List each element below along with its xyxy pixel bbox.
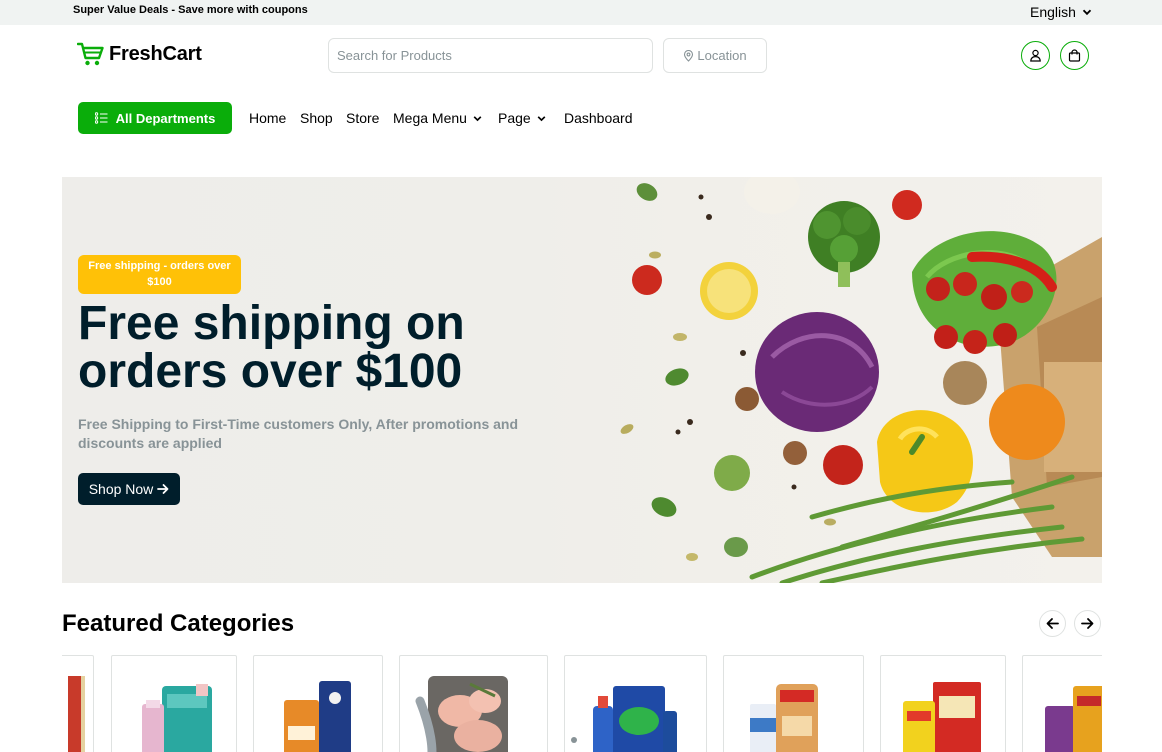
brand-name: FreshCart	[109, 42, 202, 65]
chevron-down-icon	[537, 115, 546, 121]
shop-now-label: Shop Now	[88, 481, 154, 497]
arrow-left-icon	[1046, 618, 1059, 629]
category-card[interactable]	[111, 655, 237, 752]
carousel-prev-button[interactable]	[1039, 610, 1066, 637]
nav-shop[interactable]: Shop	[300, 110, 333, 126]
hero-banner: Free shipping - orders over $100 Free sh…	[62, 177, 1102, 583]
nav-home[interactable]: Home	[249, 110, 286, 126]
nav-store[interactable]: Store	[346, 110, 379, 126]
arrow-right-icon	[157, 484, 169, 494]
meat-fish-icon	[415, 676, 508, 752]
hero-title: Free shipping on orders over $100	[78, 297, 465, 398]
shopping-bag-icon	[1068, 49, 1081, 62]
category-card[interactable]	[564, 655, 707, 752]
baby-care-icon	[142, 684, 212, 752]
all-departments-label: All Departments	[115, 110, 216, 126]
promo-text: Super Value Deals - Save more with coupo…	[73, 4, 308, 16]
location-button[interactable]: Location	[663, 38, 767, 73]
hero-badge: Free shipping - orders over $100	[78, 255, 241, 294]
chevron-down-icon	[473, 115, 482, 121]
brand-logo[interactable]: FreshCart	[77, 41, 202, 67]
search-input[interactable]	[328, 38, 653, 73]
nav-shop-label: Shop	[300, 110, 333, 126]
carousel-indicator	[571, 737, 577, 743]
language-label: English	[1030, 4, 1076, 20]
arrow-right-icon	[1081, 618, 1094, 629]
vegetables-image	[620, 177, 1102, 583]
list-icon	[94, 112, 108, 124]
location-label: Location	[697, 48, 747, 63]
hero-subtitle: Free Shipping to First-Time customers On…	[78, 416, 519, 451]
nav-dashboard[interactable]: Dashboard	[564, 110, 633, 126]
category-card[interactable]	[1022, 655, 1102, 752]
category-card[interactable]	[253, 655, 383, 752]
nav-mega-menu[interactable]: Mega Menu	[393, 110, 482, 126]
nav-page[interactable]: Page	[498, 110, 546, 126]
bakery-biscuits-icon	[284, 681, 351, 752]
cart-button[interactable]	[1060, 41, 1089, 70]
top-bar: Super Value Deals - Save more with coupo…	[0, 0, 1162, 25]
featured-categories-title: Featured Categories	[62, 610, 295, 637]
cleaning-essentials-icon	[593, 686, 677, 752]
map-pin-icon	[684, 49, 694, 62]
nav-home-label: Home	[249, 110, 287, 126]
category-carousel	[62, 655, 1102, 752]
nav-dashboard-label: Dashboard	[564, 110, 633, 126]
pet-care-icon	[1045, 686, 1102, 752]
shopping-cart-icon	[77, 42, 104, 66]
all-departments-button[interactable]: All Departments	[78, 102, 232, 134]
dairy-bread-icon	[750, 684, 818, 752]
language-selector[interactable]: English	[1030, 4, 1092, 20]
carousel-next-button[interactable]	[1074, 610, 1101, 637]
shop-now-button[interactable]: Shop Now	[78, 473, 180, 505]
category-card[interactable]	[62, 655, 94, 752]
chevron-down-icon	[1082, 9, 1092, 16]
nav-mega-menu-label: Mega Menu	[393, 110, 467, 126]
instant-food-icon	[903, 682, 981, 752]
category-card[interactable]	[723, 655, 864, 752]
user-icon	[1030, 49, 1041, 62]
category-card[interactable]	[880, 655, 1006, 752]
nav-page-label: Page	[498, 110, 531, 126]
category-card[interactable]	[399, 655, 548, 752]
nav-store-label: Store	[346, 110, 380, 126]
snack-pack-icon	[68, 676, 85, 752]
account-button[interactable]	[1021, 41, 1050, 70]
